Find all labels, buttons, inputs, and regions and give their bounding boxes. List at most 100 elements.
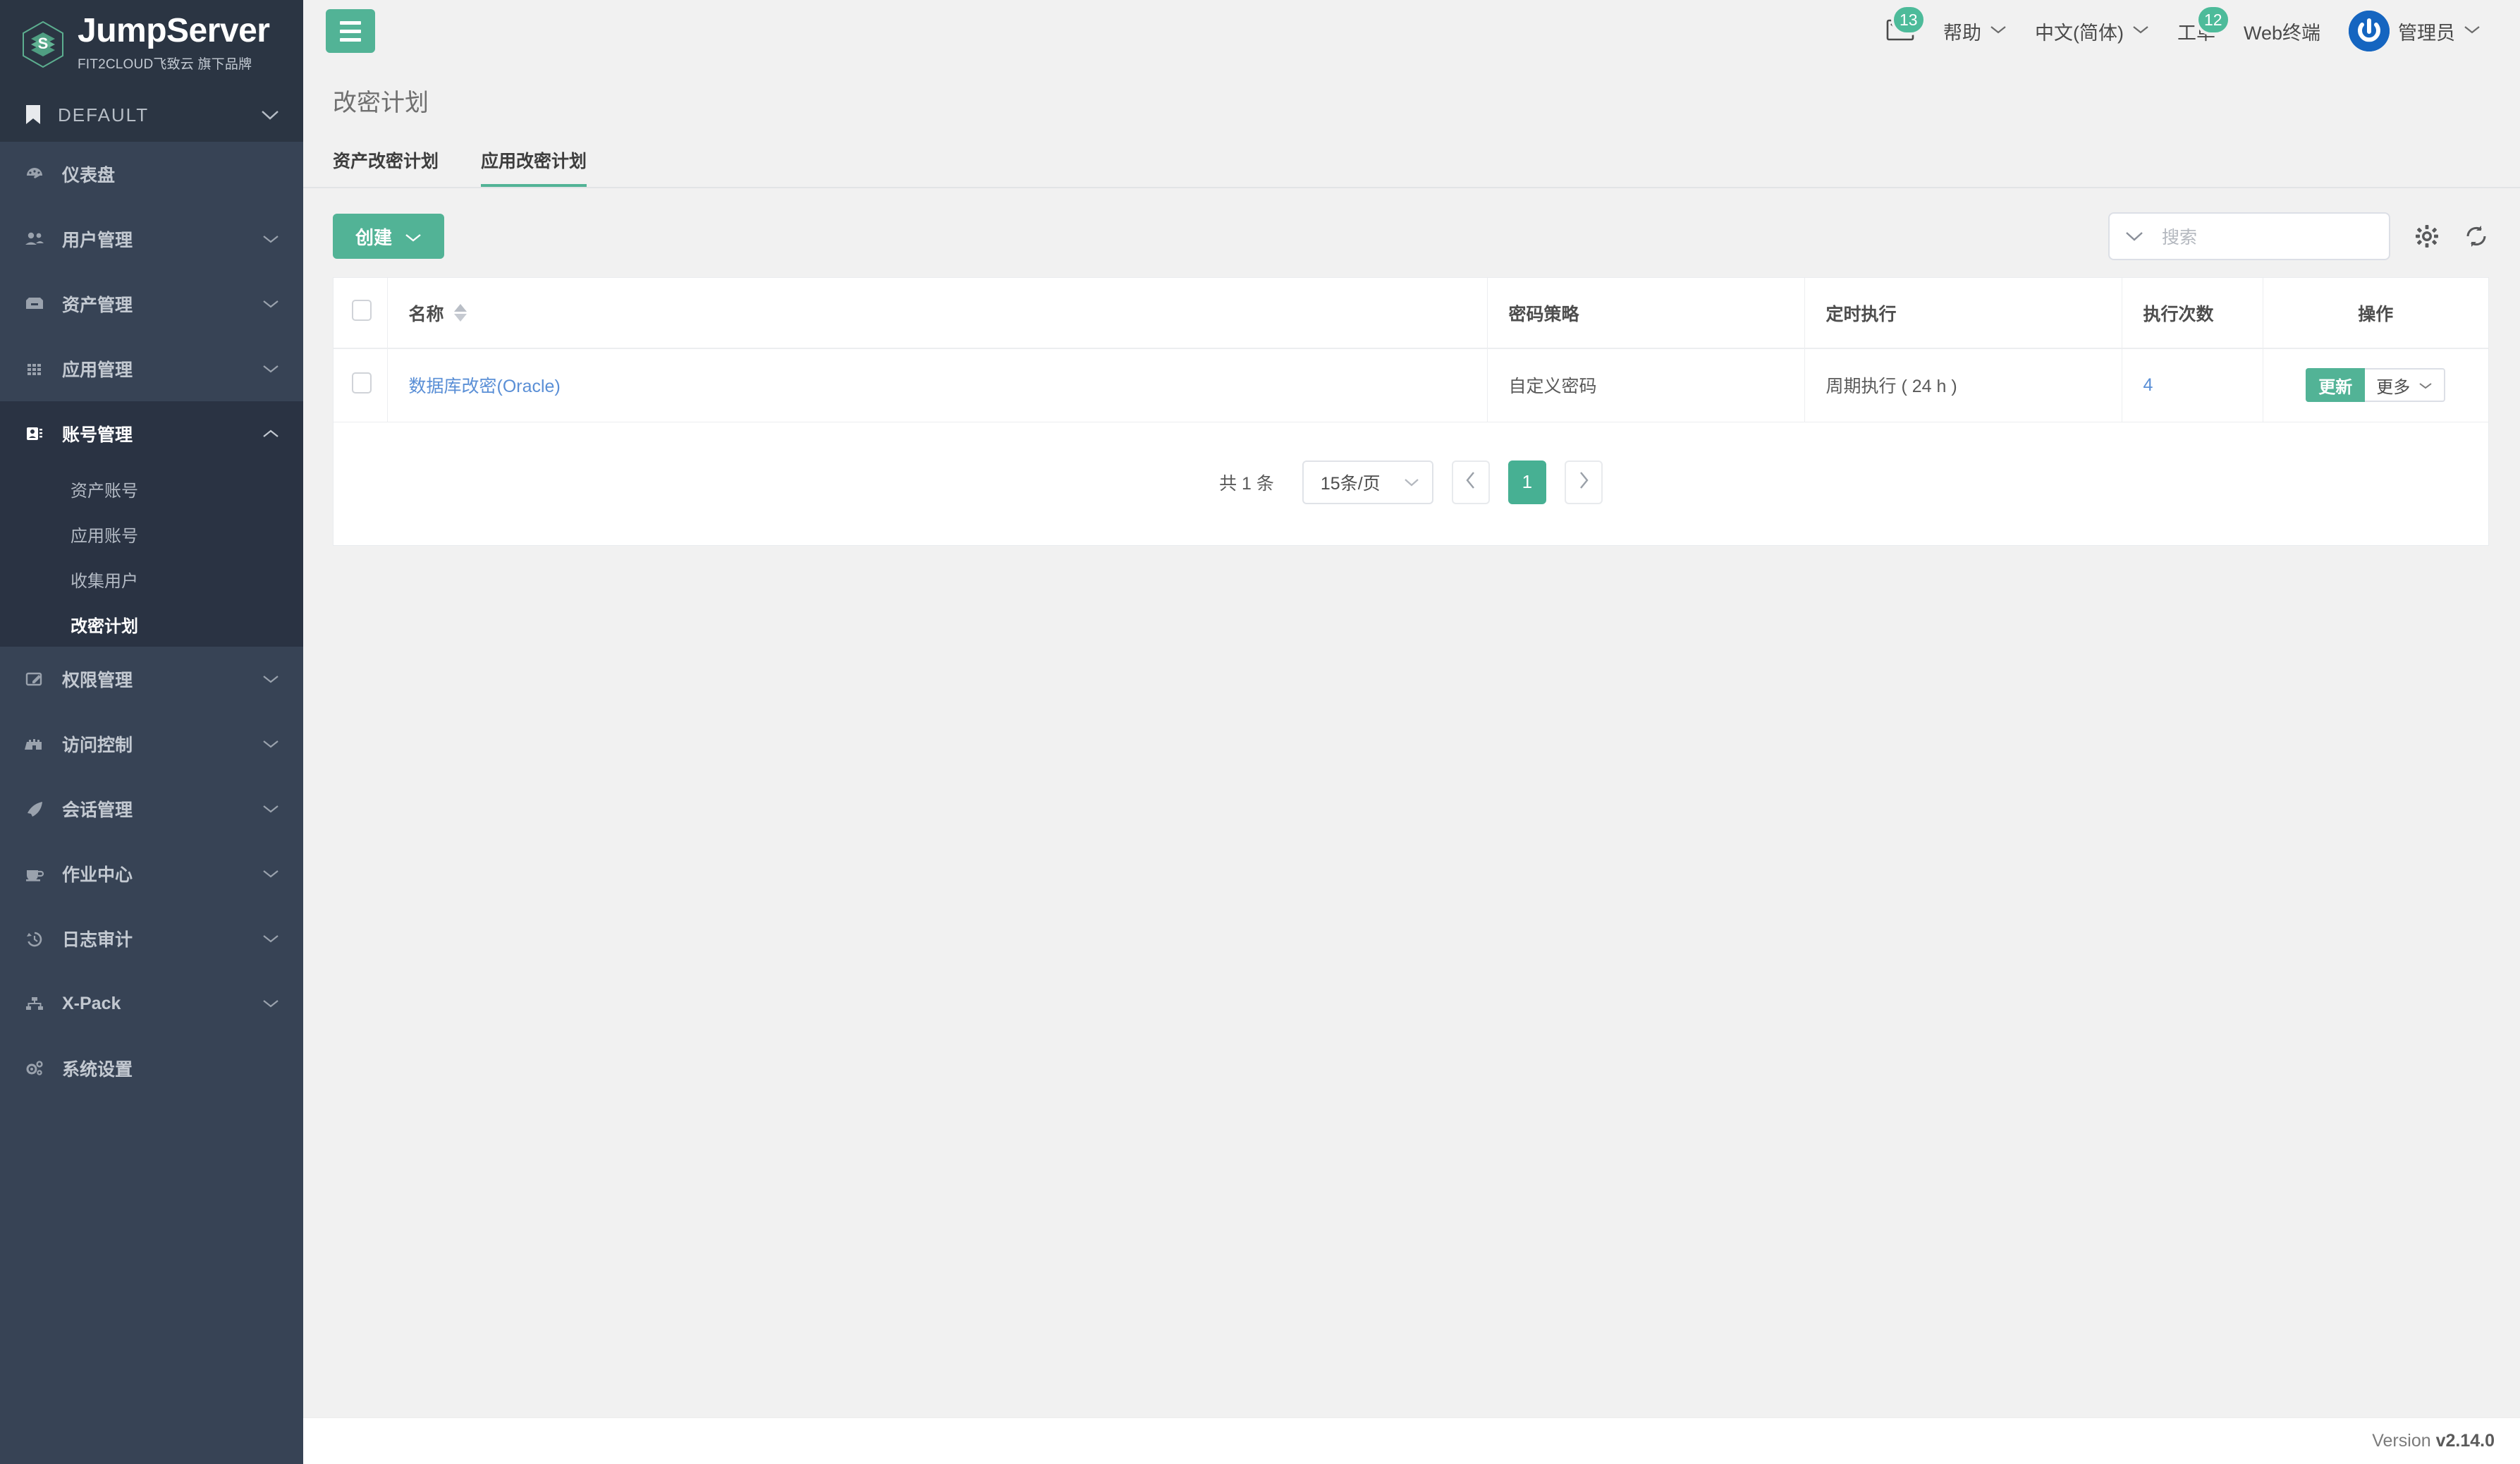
chevron-down-icon [262,999,279,1008]
user-menu[interactable]: 管理员 [2335,0,2495,62]
table-header-row: 名称 密码策略 定时执行 执行次数 操作 [334,278,2488,349]
search-input[interactable]: 搜索 [2108,212,2390,260]
sort-arrows-icon[interactable] [453,304,467,322]
user-label: 管理员 [2398,22,2455,44]
chevron-up-icon [262,429,279,439]
tab-asset-change-plan[interactable]: 资产改密计划 [333,147,439,188]
change-plan-link[interactable]: 数据库改密(Oracle) [409,377,561,396]
sidebar-item-label: 系统设置 [62,1060,133,1080]
contact-card-icon [24,425,45,443]
sidebar-item-session-management[interactable]: 会话管理 [0,776,303,841]
pagination-page-1[interactable]: 1 [1507,460,1546,504]
version-prefix: Version [2372,1431,2431,1451]
sidebar-item-access-control[interactable]: 访问控制 [0,712,303,776]
version-number: v2.14.0 [2435,1431,2495,1451]
sidebar-subitem-change-auth-plan[interactable]: 改密计划 [0,602,303,647]
content-filler [303,545,2520,1417]
chevron-down-icon [262,804,279,814]
chevron-right-icon [1578,471,1589,493]
avatar [2349,11,2390,51]
notifications-button[interactable]: 13 [1871,0,1929,62]
sidebar-item-label: X-Pack [62,993,121,1013]
sidebar-item-permission-management[interactable]: 权限管理 [0,647,303,712]
pagination-total: 共 1 条 [1219,473,1274,494]
column-header-name[interactable]: 名称 [387,278,1488,349]
topbar-actions: 13 帮助 中文(简体) 工单 12 Web终端 管理员 [1871,0,2495,62]
brand-subtitle: FIT2CLOUD飞致云 旗下品牌 [78,57,252,72]
gear-icon[interactable] [2414,224,2440,249]
sidebar-item-label: 作业中心 [62,865,133,885]
run-count-link[interactable]: 4 [2143,375,2153,395]
sidebar-item-application-management[interactable]: 应用管理 [0,336,303,401]
sidebar-item-user-management[interactable]: 用户管理 [0,207,303,272]
grid-icon [24,360,45,378]
column-header-actions: 操作 [2263,278,2488,349]
cell-actions: 更新 更多 [2263,348,2488,422]
chevron-down-icon [1990,25,2007,38]
sidebar-item-label: 访问控制 [62,736,133,755]
chevron-down-icon[interactable] [2125,231,2143,242]
refresh-icon[interactable] [2464,224,2489,249]
rocket-icon [24,800,45,818]
notifications-badge: 13 [1890,4,1926,35]
org-selector[interactable]: DEFAULT [0,88,303,142]
sidebar-item-asset-management[interactable]: 资产管理 [0,272,303,336]
cell-schedule: 周期执行 ( 24 h ) [1804,348,2122,422]
column-header-password-policy: 密码策略 [1487,278,1805,349]
chevron-down-icon [2418,375,2433,395]
chevron-left-icon [1465,471,1476,493]
app-root: S JumpServer FIT2CLOUD飞致云 旗下品牌 DEFAULT 仪… [0,0,2520,1464]
cell-run-count: 4 [2122,348,2263,422]
help-menu[interactable]: 帮助 [1929,0,2021,62]
pagination-prev-button[interactable] [1451,460,1490,504]
brand-logo[interactable]: S JumpServer FIT2CLOUD飞致云 旗下品牌 [0,0,303,88]
row-checkbox[interactable] [352,372,372,394]
tab-bar: 资产改密计划 应用改密计划 [303,147,2520,188]
page-size-label: 15条/页 [1320,473,1381,494]
sidebar-item-dashboard[interactable]: 仪表盘 [0,142,303,207]
language-menu[interactable]: 中文(简体) [2021,0,2163,62]
sidebar-item-system-settings[interactable]: 系统设置 [0,1036,303,1101]
more-button[interactable]: 更多 [2365,368,2446,403]
search-placeholder: 搜索 [2162,228,2198,248]
pagination-next-button[interactable] [1564,460,1603,504]
row-select-cell [334,348,388,422]
help-label: 帮助 [1943,22,1981,44]
data-table-card: 名称 密码策略 定时执行 执行次数 操作 数据库改密(Oracle) 自定义密码… [333,277,2489,546]
chevron-down-icon [405,226,422,248]
sidebar-item-label: 账号管理 [62,425,133,445]
hamburger-icon-bar [340,20,361,25]
sidebar-item-x-pack[interactable]: X-Pack [0,971,303,1036]
svg-text:S: S [38,35,49,52]
update-button[interactable]: 更新 [2306,368,2366,403]
web-terminal-link[interactable]: Web终端 [2230,0,2335,62]
create-button[interactable]: 创建 [333,214,445,259]
sidebar-subitem-app-accounts[interactable]: 应用账号 [0,511,303,556]
select-all-checkbox[interactable] [352,300,372,321]
sidebar-item-label: 应用管理 [62,360,133,380]
menu-toggle-button[interactable] [326,9,375,53]
tickets-link[interactable]: 工单 12 [2163,0,2231,62]
cup-icon [24,865,45,883]
version-text: Version v2.14.0 [2372,1431,2495,1451]
sidebar-subitem-gathered-users[interactable]: 收集用户 [0,556,303,602]
chevron-down-icon [262,869,279,879]
sidebar-item-label: 仪表盘 [62,166,116,185]
sidebar-item-job-center[interactable]: 作业中心 [0,841,303,906]
column-header-label: 名称 [408,304,444,324]
more-button-label: 更多 [2376,377,2411,397]
sidebar: S JumpServer FIT2CLOUD飞致云 旗下品牌 DEFAULT 仪… [0,0,303,1464]
sidebar-item-account-management[interactable]: 账号管理 [0,401,303,466]
tab-app-change-plan[interactable]: 应用改密计划 [481,147,587,188]
castle-icon [24,735,45,753]
page-size-select[interactable]: 15条/页 [1302,460,1433,504]
sidebar-group-account-management: 账号管理 资产账号 应用账号 收集用户 改密计划 [0,401,303,647]
sidebar-nav: 仪表盘 用户管理 资产管理 应用管理 账号管理 资产账号 应用账号 收集用户 改… [0,142,303,1464]
org-label: DEFAULT [58,104,149,126]
page-header: 改密计划 [303,62,2520,118]
tickets-badge: 12 [2195,4,2231,35]
page-title: 改密计划 [333,90,429,116]
sidebar-item-log-audit[interactable]: 日志审计 [0,906,303,971]
sidebar-subitem-asset-accounts[interactable]: 资产账号 [0,466,303,511]
change-plan-table: 名称 密码策略 定时执行 执行次数 操作 数据库改密(Oracle) 自定义密码… [334,278,2488,422]
